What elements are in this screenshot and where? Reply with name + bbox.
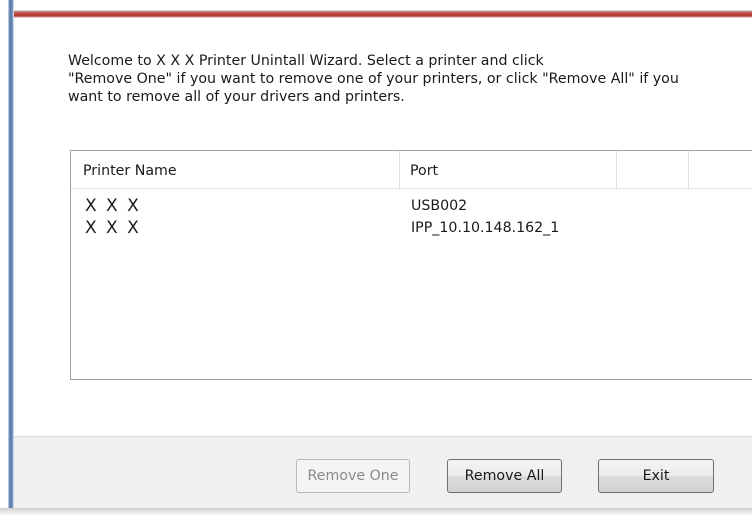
column-header-empty[interactable] [617, 151, 689, 188]
printer-list[interactable]: Printer Name Port X X X USB002 X X X IPP… [70, 150, 752, 380]
printer-name-cell: X X X [85, 218, 141, 238]
wizard-window: Welcome to X X X Printer Unintall Wizard… [0, 0, 752, 516]
printer-list-rows: X X X USB002 X X X IPP_10.10.148.162_1 [71, 195, 752, 239]
window-top-border [0, 0, 752, 18]
printer-port-cell: IPP_10.10.148.162_1 [411, 220, 560, 236]
window-left-border [0, 0, 14, 516]
remove-all-button[interactable]: Remove All [447, 459, 562, 493]
printer-port-cell: USB002 [411, 198, 468, 214]
button-bar: Remove One Remove All Exit [14, 436, 752, 509]
column-header-port[interactable]: Port [400, 151, 617, 188]
printer-row[interactable]: X X X USB002 [71, 195, 752, 217]
printer-row[interactable]: X X X IPP_10.10.148.162_1 [71, 217, 752, 239]
remove-one-button[interactable]: Remove One [296, 459, 410, 493]
printer-name-cell: X X X [85, 196, 141, 216]
exit-button[interactable]: Exit [598, 459, 714, 493]
column-header-printer-name[interactable]: Printer Name [71, 151, 400, 188]
window-bottom-border [0, 508, 752, 516]
wizard-intro-text: Welcome to X X X Printer Unintall Wizard… [68, 53, 679, 105]
printer-list-header: Printer Name Port [71, 151, 752, 189]
